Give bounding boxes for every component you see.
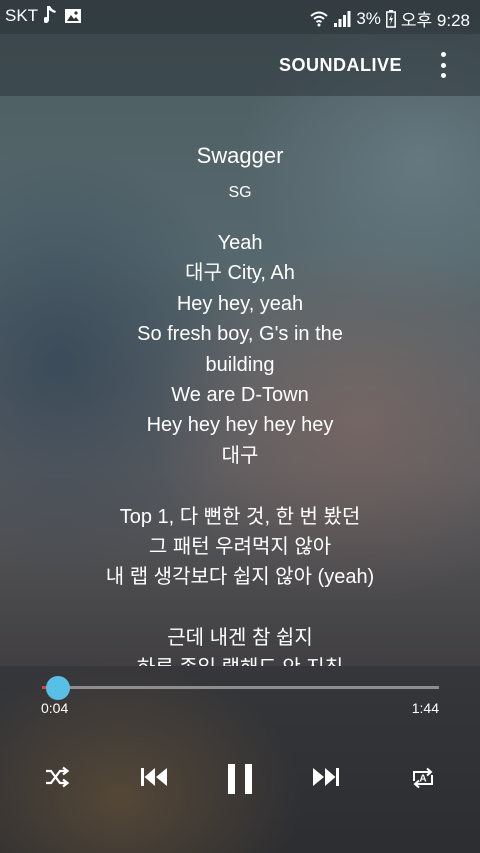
- battery-percent: 3%: [356, 8, 381, 28]
- app-bar: SOUNDALIVE: [0, 34, 480, 96]
- lyric-line: Yeah: [217, 232, 263, 254]
- next-icon[interactable]: [312, 766, 340, 788]
- more-vert-icon[interactable]: [436, 52, 450, 78]
- lyric-line: Hey hey hey hey hey: [146, 414, 334, 437]
- total-time: 1:44: [411, 700, 439, 716]
- wifi-icon: [310, 10, 328, 28]
- carrier-label: SKT: [5, 6, 39, 25]
- lyric-line: Hey hey, yeah: [176, 292, 304, 315]
- lyric-line: Top 1, 다 뻔한 것, 한 번 봤던: [119, 505, 361, 528]
- lyric-line: 근데 내겐 참 쉽지: [167, 627, 313, 650]
- song-artist: SG: [228, 184, 252, 201]
- player-controls: 0:04 1:44 A: [0, 666, 480, 853]
- lyric-line: So fresh boy, G's in the: [137, 323, 343, 346]
- image-icon: [64, 8, 82, 24]
- current-time: 0:04: [41, 700, 69, 716]
- lyrics-text: Yeah 대구 City, Ah Hey hey, yeah So fresh …: [0, 228, 480, 666]
- soundalive-button[interactable]: SOUNDALIVE: [279, 55, 402, 76]
- music-note-icon: [44, 6, 58, 26]
- svg-text:A: A: [419, 774, 426, 785]
- seek-thumb[interactable]: [46, 676, 70, 700]
- status-bar: SKT 3% 오후 9:28: [0, 0, 480, 34]
- lyric-line: [0, 593, 480, 623]
- lyric-line: We are D-Town: [171, 383, 309, 406]
- song-title: Swagger: [196, 143, 284, 168]
- previous-icon[interactable]: [140, 766, 168, 788]
- lyric-line: 그 패턴 우려먹지 않아: [148, 535, 332, 558]
- lyric-line: [0, 471, 480, 501]
- lyrics-view[interactable]: Swagger SG Yeah 대구 City, Ah Hey hey, yea…: [0, 96, 480, 666]
- lyric-line: 내 랩 생각보다 쉽지 않아 (yeah): [105, 566, 375, 589]
- lyric-line: 대구: [221, 444, 259, 467]
- lyric-line: 하루 종일 랩해도 안 지침: [0, 653, 480, 666]
- clock: 오후 9:28: [400, 11, 470, 30]
- signal-icon: [333, 10, 351, 28]
- pause-icon[interactable]: [226, 763, 254, 795]
- lyric-line: building: [205, 353, 275, 376]
- repeat-a-icon[interactable]: A: [410, 766, 436, 790]
- battery-icon: [385, 9, 396, 28]
- shuffle-icon[interactable]: [44, 766, 70, 788]
- seek-bar[interactable]: [42, 686, 439, 689]
- lyric-line: 대구 City, Ah: [185, 262, 295, 285]
